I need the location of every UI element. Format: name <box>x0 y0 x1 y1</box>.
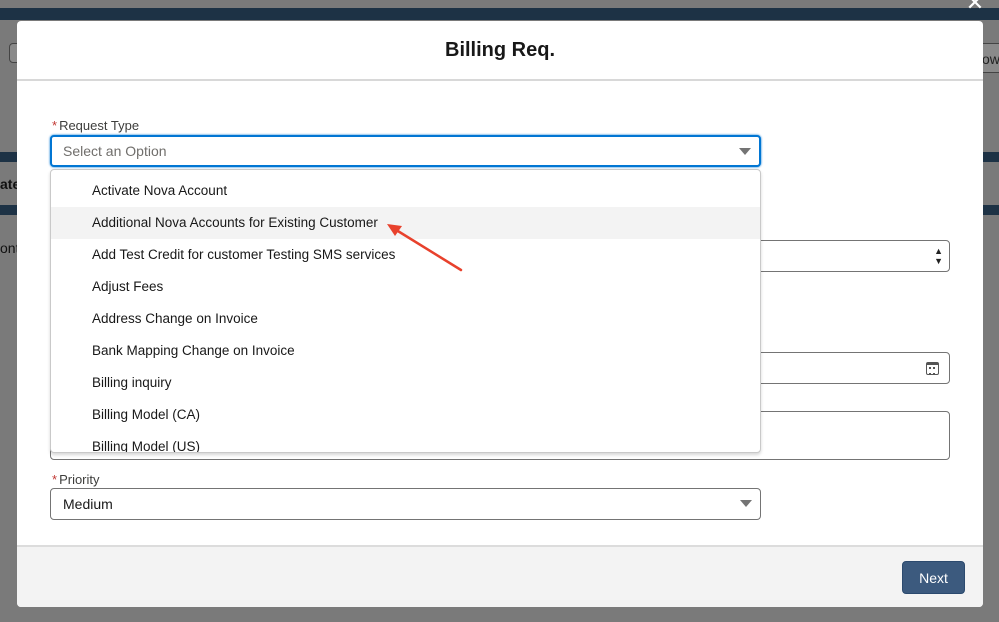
priority-value: Medium <box>63 496 113 512</box>
close-icon[interactable]: ✕ <box>963 0 987 14</box>
number-stepper-field[interactable]: ▲ ▼ <box>730 240 950 272</box>
request-type-label: * Request Type <box>52 118 139 133</box>
modal-title: Billing Req. <box>445 38 555 61</box>
annotation-arrow-icon <box>387 224 463 272</box>
modal-footer: Next <box>17 545 983 607</box>
dropdown-option[interactable]: Address Change on Invoice <box>51 303 760 335</box>
dropdown-option[interactable]: Billing Model (CA) <box>51 399 760 431</box>
dropdown-option[interactable]: Billing Model (US) <box>51 431 760 452</box>
priority-combobox[interactable]: Medium <box>50 488 761 520</box>
dropdown-option[interactable]: Adjust Fees <box>51 271 760 303</box>
request-type-combobox[interactable]: Select an Option <box>50 135 761 167</box>
next-button[interactable]: Next <box>902 561 965 594</box>
request-type-placeholder: Select an Option <box>63 143 167 159</box>
dropdown-option[interactable]: Billing inquiry <box>51 367 760 399</box>
calendar-icon[interactable] <box>926 362 939 375</box>
priority-label-text: Priority <box>59 472 100 487</box>
required-marker: * <box>52 472 58 487</box>
date-field[interactable] <box>730 352 950 384</box>
stepper-arrows-icon[interactable]: ▲ ▼ <box>934 246 943 266</box>
dropdown-option[interactable]: Bank Mapping Change on Invoice <box>51 335 760 367</box>
billing-request-modal: Billing Req. * Request Type Select an Opt… <box>17 21 983 607</box>
priority-label: * Priority <box>52 472 100 487</box>
request-type-label-text: Request Type <box>59 118 140 133</box>
request-type-dropdown-list[interactable]: Activate Nova Account Additional Nova Ac… <box>50 169 761 453</box>
chevron-down-icon <box>740 500 752 507</box>
background-button-text: ow <box>982 51 999 67</box>
dropdown-option[interactable]: Activate Nova Account <box>51 175 760 207</box>
modal-header: Billing Req. <box>17 21 983 81</box>
chevron-down-icon <box>739 148 751 155</box>
background-top-bar <box>0 8 999 20</box>
required-marker: * <box>52 118 58 133</box>
